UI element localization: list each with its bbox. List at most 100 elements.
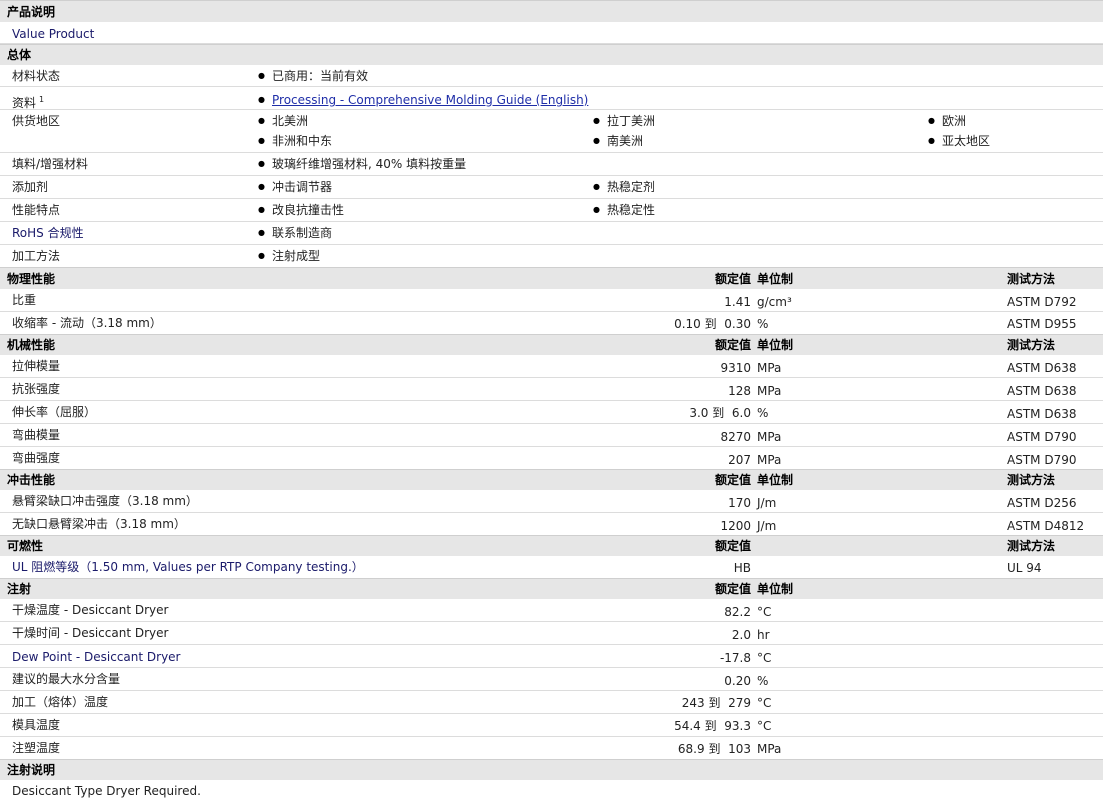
row-method: ASTM D792 xyxy=(1007,295,1077,309)
region-item: 南美洲 xyxy=(593,133,643,149)
row-label: Dew Point - Desiccant Dryer xyxy=(12,650,181,664)
row-value: 8270 xyxy=(720,430,751,444)
range-to-word: 到 xyxy=(708,696,721,710)
row-label: 资料 1 xyxy=(12,92,44,111)
row-label: 填料/增强材料 xyxy=(12,157,89,171)
section-title: 注射 xyxy=(7,582,32,596)
section-header-flammability: 可燃性 额定值 测试方法 xyxy=(0,535,1103,556)
table-row: 加工（熔体）温度 243 到 279 °C xyxy=(0,691,1103,714)
row-value: 1200 xyxy=(720,519,751,533)
row-unit: MPa xyxy=(757,384,782,398)
general-row-literature: 资料1 Processing - Comprehensive Molding G… xyxy=(0,87,1103,110)
row-method: ASTM D790 xyxy=(1007,453,1077,467)
table-row: 比重 1.41 g/cm³ ASTM D792 xyxy=(0,289,1103,312)
section-header-mechanical: 机械性能 额定值 单位制 测试方法 xyxy=(0,334,1103,355)
row-method: ASTM D638 xyxy=(1007,407,1077,421)
table-row: 注塑温度 68.9 到 103 MPa xyxy=(0,737,1103,759)
range-from: 243 xyxy=(681,696,705,710)
row-value: -17.8 xyxy=(719,651,751,665)
section-title: 产品说明 xyxy=(7,5,56,19)
col-nominal: 额定值 xyxy=(714,338,751,352)
notes-row: Desiccant Type Dryer Required. xyxy=(0,780,1103,799)
literature-link[interactable]: Processing - Comprehensive Molding Guide… xyxy=(258,92,588,108)
range-from: 0.10 xyxy=(674,317,701,331)
row-value: 已商用：当前有效 xyxy=(258,68,368,84)
row-unit: MPa xyxy=(757,430,782,444)
col-unit: 单位制 xyxy=(757,473,794,487)
notes-text: Desiccant Type Dryer Required. xyxy=(12,784,201,798)
range-to: 6.0 xyxy=(731,406,751,420)
range-to-word: 到 xyxy=(708,742,721,756)
row-label: 加工方法 xyxy=(12,249,61,263)
row-value: 128 xyxy=(728,384,751,398)
row-label: 弯曲模量 xyxy=(12,428,61,442)
col-unit: 单位制 xyxy=(757,582,794,596)
row-label: 建议的最大水分含量 xyxy=(12,672,121,686)
row-label: 干燥温度 - Desiccant Dryer xyxy=(12,603,169,617)
row-unit: J/m xyxy=(757,496,777,510)
general-row-processing: 加工方法 注射成型 xyxy=(0,245,1103,267)
general-row-features: 性能特点 改良抗撞击性 热稳定性 xyxy=(0,199,1103,222)
table-row: 干燥温度 - Desiccant Dryer 82.2 °C xyxy=(0,599,1103,622)
row-unit: g/cm³ xyxy=(757,295,792,309)
table-row: 弯曲强度 207 MPa ASTM D790 xyxy=(0,447,1103,469)
table-row: 伸长率（屈服） 3.0 到 6.0 % ASTM D638 xyxy=(0,401,1103,424)
row-label: 供货地区 xyxy=(12,114,61,128)
row-label: 收缩率 - 流动（3.18 mm） xyxy=(12,316,162,330)
description-row: Value Product xyxy=(0,22,1103,44)
additive-item: 冲击调节器 xyxy=(258,179,332,195)
row-label: 悬臂梁缺口冲击强度（3.18 mm） xyxy=(12,494,198,508)
row-label: 拉伸模量 xyxy=(12,359,61,373)
col-nominal: 额定值 xyxy=(714,582,751,596)
row-value: 2.0 xyxy=(731,628,751,642)
row-unit: °C xyxy=(757,696,772,710)
general-row-filler: 填料/增强材料 玻璃纤维增强材料, 40% 填料按重量 xyxy=(0,153,1103,176)
col-unit: 单位制 xyxy=(757,338,794,352)
additive-item: 热稳定剂 xyxy=(593,179,655,195)
row-value: 170 xyxy=(728,496,751,510)
range-to: 103 xyxy=(728,742,751,756)
row-label: 抗张强度 xyxy=(12,382,61,396)
table-row: 悬臂梁缺口冲击强度（3.18 mm） 170 J/m ASTM D256 xyxy=(0,490,1103,513)
row-label: RoHS 合规性 xyxy=(12,226,84,240)
general-row-rohs: RoHS 合规性 联系制造商 xyxy=(0,222,1103,245)
table-row: UL 阻燃等级（1.50 mm, Values per RTP Company … xyxy=(0,556,1103,578)
row-unit: % xyxy=(757,317,769,331)
range-to-word: 到 xyxy=(704,317,717,331)
col-method: 测试方法 xyxy=(1007,539,1056,553)
range-from: 3.0 xyxy=(689,406,709,420)
row-label: 弯曲强度 xyxy=(12,451,61,465)
row-method: ASTM D256 xyxy=(1007,496,1077,510)
row-label: 比重 xyxy=(12,293,37,307)
section-title: 物理性能 xyxy=(7,272,56,286)
row-value-range: 0.10 到 0.30 xyxy=(674,316,751,332)
feature-item: 热稳定性 xyxy=(593,202,655,218)
row-value: 9310 xyxy=(720,361,751,375)
section-title: 总体 xyxy=(7,48,32,62)
row-value-range: 54.4 到 93.3 xyxy=(674,718,751,734)
description-text: Value Product xyxy=(12,27,95,41)
row-unit: % xyxy=(757,406,769,420)
datasheet: 产品说明 Value Product 总体 材料状态 已商用：当前有效 资料1 … xyxy=(0,0,1103,799)
col-nominal: 额定值 xyxy=(714,539,751,553)
section-title: 机械性能 xyxy=(7,338,56,352)
range-from: 68.9 xyxy=(677,742,705,756)
row-label: 加工（熔体）温度 xyxy=(12,695,109,709)
range-to-word: 到 xyxy=(712,406,725,420)
row-method: ASTM D638 xyxy=(1007,384,1077,398)
range-to: 279 xyxy=(728,696,751,710)
row-method: ASTM D790 xyxy=(1007,430,1077,444)
row-method: UL 94 xyxy=(1007,561,1042,575)
table-row: 收缩率 - 流动（3.18 mm） 0.10 到 0.30 % ASTM D95… xyxy=(0,312,1103,334)
table-row: 拉伸模量 9310 MPa ASTM D638 xyxy=(0,355,1103,378)
col-method: 测试方法 xyxy=(1007,338,1056,352)
general-row-additive: 添加剂 冲击调节器 热稳定剂 xyxy=(0,176,1103,199)
row-label: 性能特点 xyxy=(12,203,61,217)
table-row: 无缺口悬臂梁冲击（3.18 mm） 1200 J/m ASTM D4812 xyxy=(0,513,1103,535)
table-row: 模具温度 54.4 到 93.3 °C xyxy=(0,714,1103,737)
section-title: 注射说明 xyxy=(7,763,56,777)
section-title: 冲击性能 xyxy=(7,473,56,487)
table-row: 建议的最大水分含量 0.20 % xyxy=(0,668,1103,691)
region-item: 欧洲 xyxy=(928,113,966,129)
row-label: 材料状态 xyxy=(12,69,61,83)
